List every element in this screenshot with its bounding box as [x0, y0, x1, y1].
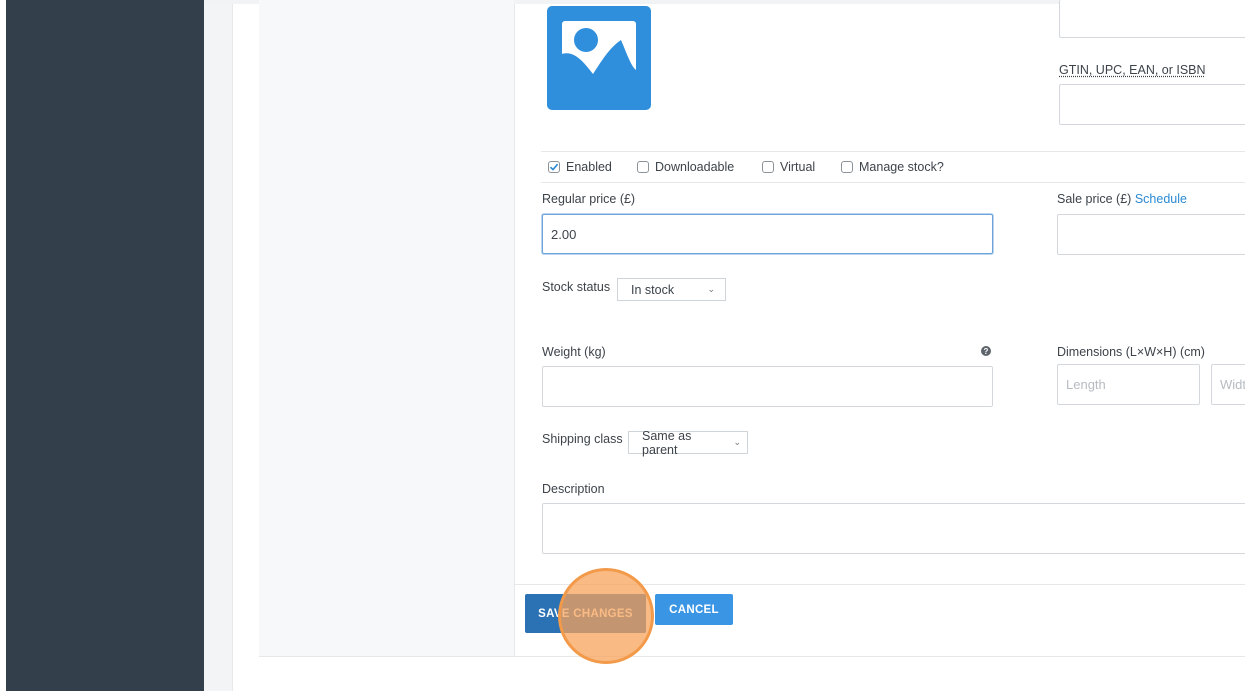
chevron-down-icon: ⌄: [733, 437, 741, 447]
weight-label: Weight (kg): [542, 345, 606, 359]
image-placeholder-icon: [562, 21, 636, 95]
sale-price-label: Sale price (£): [1057, 192, 1132, 206]
virtual-checkbox[interactable]: [762, 161, 774, 173]
downloadable-option[interactable]: Downloadable: [637, 158, 734, 176]
sale-price-input[interactable]: [1057, 214, 1245, 255]
description-textarea[interactable]: [542, 503, 1245, 554]
options-top-divider: [541, 151, 1245, 152]
admin-sidebar: [6, 0, 204, 691]
weight-input[interactable]: [542, 366, 993, 407]
shipping-class-value: Same as parent: [642, 428, 692, 457]
shipping-class-label: Shipping class: [542, 432, 623, 446]
stock-status-select[interactable]: In stock ⌄: [617, 278, 726, 301]
enabled-checkbox[interactable]: [548, 161, 560, 173]
description-label: Description: [542, 482, 605, 496]
dimensions-label: Dimensions (L×W×H) (cm): [1057, 345, 1205, 359]
regular-price-label: Regular price (£): [542, 192, 636, 206]
variation-image-button[interactable]: [547, 6, 651, 110]
downloadable-label: Downloadable: [655, 160, 735, 174]
footer-divider: [515, 584, 1245, 585]
gtin-input[interactable]: [1059, 84, 1245, 125]
enabled-label: Enabled: [566, 160, 612, 174]
manage-stock-checkbox[interactable]: [841, 161, 853, 173]
sku-input[interactable]: [1059, 0, 1245, 38]
options-bottom-divider: [541, 182, 1245, 183]
save-changes-button[interactable]: SAVE CHANGES: [525, 594, 646, 633]
regular-price-input[interactable]: 2.00: [542, 214, 993, 254]
width-placeholder: Width: [1220, 377, 1245, 392]
variation-panel-left: [259, 0, 514, 657]
chevron-down-icon: ⌄: [707, 284, 715, 294]
stock-status-value: In stock: [631, 282, 675, 297]
virtual-label: Virtual: [780, 160, 816, 174]
cancel-button[interactable]: CANCEL: [655, 594, 733, 625]
length-input[interactable]: Length: [1057, 364, 1200, 405]
sale-price-label-group: Sale price (£) Schedule: [1057, 192, 1187, 206]
manage-stock-label: Manage stock?: [859, 160, 944, 174]
shipping-class-select[interactable]: Same as parent ⌄: [628, 428, 748, 457]
content-gutter: [204, 0, 233, 691]
schedule-link[interactable]: Schedule: [1135, 192, 1187, 206]
stock-status-label: Stock status: [542, 280, 611, 294]
width-input[interactable]: Width: [1211, 364, 1245, 405]
downloadable-checkbox[interactable]: [637, 161, 649, 173]
length-placeholder: Length: [1066, 377, 1106, 392]
regular-price-value: 2.00: [551, 226, 577, 242]
virtual-option[interactable]: Virtual: [762, 158, 815, 176]
enabled-option[interactable]: Enabled: [548, 158, 612, 176]
help-icon[interactable]: ?: [981, 346, 991, 356]
manage-stock-option[interactable]: Manage stock?: [841, 158, 944, 176]
checkmark-icon: [549, 163, 559, 171]
gtin-label: GTIN, UPC, EAN, or ISBN: [1059, 63, 1206, 77]
